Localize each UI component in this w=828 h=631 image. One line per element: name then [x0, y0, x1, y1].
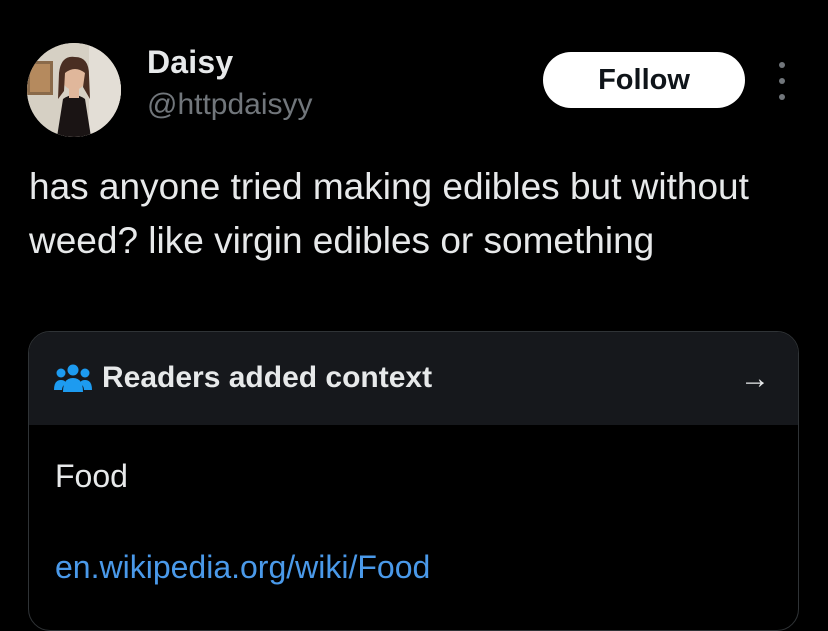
community-note-card[interactable]: Readers added context → Food en.wikipedi… — [28, 331, 799, 631]
more-vertical-icon[interactable] — [768, 62, 796, 100]
more-dot — [779, 62, 785, 68]
author-handle[interactable]: @httpdaisyy — [147, 88, 313, 122]
tweet-text: has anyone tried making edibles but with… — [29, 166, 749, 261]
more-dot — [779, 78, 785, 84]
more-dot — [779, 94, 785, 100]
avatar[interactable] — [27, 43, 121, 137]
follow-button[interactable]: Follow — [543, 52, 745, 108]
community-note-header[interactable]: Readers added context → — [29, 332, 798, 425]
community-note-text: Food — [55, 458, 128, 494]
readers-icon — [54, 362, 92, 399]
community-note-title: Readers added context — [102, 361, 433, 394]
community-note-link[interactable]: en.wikipedia.org/wiki/Food — [55, 549, 430, 586]
author-name[interactable]: Daisy — [147, 44, 233, 81]
profile-photo — [27, 43, 121, 137]
arrow-right-icon[interactable]: → — [740, 361, 770, 397]
